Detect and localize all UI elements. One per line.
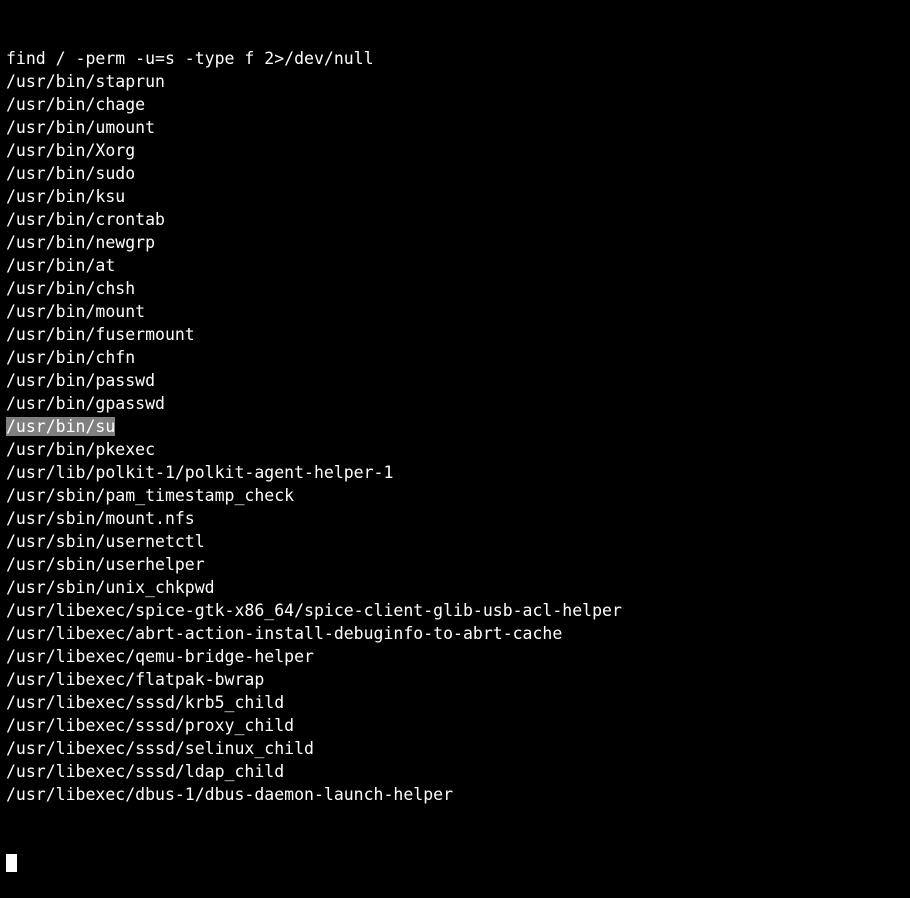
line-text: /usr/sbin/pam_timestamp_check bbox=[6, 486, 295, 505]
line-text: /usr/sbin/unix_chkpwd bbox=[6, 578, 215, 597]
terminal-output-line: /usr/libexec/flatpak-bwrap bbox=[6, 668, 910, 691]
line-text: /usr/libexec/sssd/krb5_child bbox=[6, 693, 285, 712]
terminal-command-line: find / -perm -u=s -type f 2>/dev/null bbox=[6, 47, 910, 70]
line-text: /usr/bin/crontab bbox=[6, 210, 165, 229]
line-text: /usr/bin/fusermount bbox=[6, 325, 195, 344]
line-text: /usr/bin/staprun bbox=[6, 72, 165, 91]
line-text: /usr/libexec/flatpak-bwrap bbox=[6, 670, 265, 689]
terminal-output-line: /usr/libexec/sssd/krb5_child bbox=[6, 691, 910, 714]
terminal-output-line: /usr/sbin/unix_chkpwd bbox=[6, 576, 910, 599]
terminal-output-line: /usr/bin/chage bbox=[6, 93, 910, 116]
terminal-output-line: /usr/bin/chsh bbox=[6, 277, 910, 300]
line-text: /usr/bin/umount bbox=[6, 118, 156, 137]
line-text: find / -perm -u=s -type f 2>/dev/null bbox=[6, 49, 374, 68]
terminal-output-line: /usr/sbin/userhelper bbox=[6, 553, 910, 576]
line-text: /usr/sbin/mount.nfs bbox=[6, 509, 195, 528]
line-text: /usr/bin/chsh bbox=[6, 279, 136, 298]
terminal-output-line: /usr/libexec/sssd/ldap_child bbox=[6, 760, 910, 783]
terminal-output-line: /usr/lib/polkit-1/polkit-agent-helper-1 bbox=[6, 461, 910, 484]
line-text: /usr/bin/gpasswd bbox=[6, 394, 165, 413]
line-text: /usr/libexec/dbus-1/dbus-daemon-launch-h… bbox=[6, 785, 454, 804]
terminal-output-line: /usr/bin/at bbox=[6, 254, 910, 277]
terminal-output-line: /usr/bin/chfn bbox=[6, 346, 910, 369]
terminal-output-line: /usr/libexec/spice-gtk-x86_64/spice-clie… bbox=[6, 599, 910, 622]
terminal-output-line: /usr/bin/Xorg bbox=[6, 139, 910, 162]
terminal-output-line: /usr/libexec/sssd/selinux_child bbox=[6, 737, 910, 760]
line-text: /usr/bin/chage bbox=[6, 95, 146, 114]
line-text: /usr/bin/Xorg bbox=[6, 141, 136, 160]
line-text: /usr/libexec/sssd/proxy_child bbox=[6, 716, 295, 735]
terminal-output-line: /usr/bin/newgrp bbox=[6, 231, 910, 254]
terminal-output-line: /usr/libexec/qemu-bridge-helper bbox=[6, 645, 910, 668]
terminal-prompt-line bbox=[6, 852, 910, 875]
line-text: /usr/bin/newgrp bbox=[6, 233, 156, 252]
line-text: /usr/bin/sudo bbox=[6, 164, 136, 183]
terminal-output-line: /usr/libexec/sssd/proxy_child bbox=[6, 714, 910, 737]
terminal-output-line: /usr/bin/staprun bbox=[6, 70, 910, 93]
terminal-output-line: /usr/bin/ksu bbox=[6, 185, 910, 208]
line-text: /usr/bin/at bbox=[6, 256, 116, 275]
line-text: /usr/bin/pkexec bbox=[6, 440, 156, 459]
text-cursor bbox=[6, 854, 17, 872]
line-text: /usr/libexec/sssd/ldap_child bbox=[6, 762, 285, 781]
line-text: /usr/libexec/spice-gtk-x86_64/spice-clie… bbox=[6, 601, 622, 620]
terminal-output: find / -perm -u=s -type f 2>/dev/null/us… bbox=[6, 47, 910, 806]
terminal-output-line: /usr/bin/gpasswd bbox=[6, 392, 910, 415]
line-text: /usr/bin/ksu bbox=[6, 187, 126, 206]
terminal-output-line: /usr/bin/crontab bbox=[6, 208, 910, 231]
line-text: /usr/bin/chfn bbox=[6, 348, 136, 367]
line-text: /usr/bin/passwd bbox=[6, 371, 156, 390]
terminal-output-line: /usr/libexec/dbus-1/dbus-daemon-launch-h… bbox=[6, 783, 910, 806]
terminal-output-line: /usr/bin/su bbox=[6, 415, 910, 438]
line-text: /usr/libexec/sssd/selinux_child bbox=[6, 739, 314, 758]
line-text: /usr/lib/polkit-1/polkit-agent-helper-1 bbox=[6, 463, 394, 482]
terminal-output-line: /usr/sbin/mount.nfs bbox=[6, 507, 910, 530]
terminal-output-line: /usr/sbin/pam_timestamp_check bbox=[6, 484, 910, 507]
line-text: /usr/bin/mount bbox=[6, 302, 146, 321]
terminal-output-line: /usr/libexec/abrt-action-install-debugin… bbox=[6, 622, 910, 645]
line-text: /usr/sbin/usernetctl bbox=[6, 532, 205, 551]
terminal-output-line: /usr/bin/passwd bbox=[6, 369, 910, 392]
terminal-output-line: /usr/bin/pkexec bbox=[6, 438, 910, 461]
line-text: /usr/libexec/abrt-action-install-debugin… bbox=[6, 624, 563, 643]
terminal-screen[interactable]: find / -perm -u=s -type f 2>/dev/null/us… bbox=[0, 0, 910, 872]
terminal-output-line: /usr/bin/fusermount bbox=[6, 323, 910, 346]
terminal-output-line: /usr/sbin/usernetctl bbox=[6, 530, 910, 553]
selected-text: /usr/bin/su bbox=[6, 417, 116, 436]
terminal-output-line: /usr/bin/sudo bbox=[6, 162, 910, 185]
line-text: /usr/sbin/userhelper bbox=[6, 555, 205, 574]
terminal-output-line: /usr/bin/umount bbox=[6, 116, 910, 139]
line-text: /usr/libexec/qemu-bridge-helper bbox=[6, 647, 314, 666]
terminal-output-line: /usr/bin/mount bbox=[6, 300, 910, 323]
